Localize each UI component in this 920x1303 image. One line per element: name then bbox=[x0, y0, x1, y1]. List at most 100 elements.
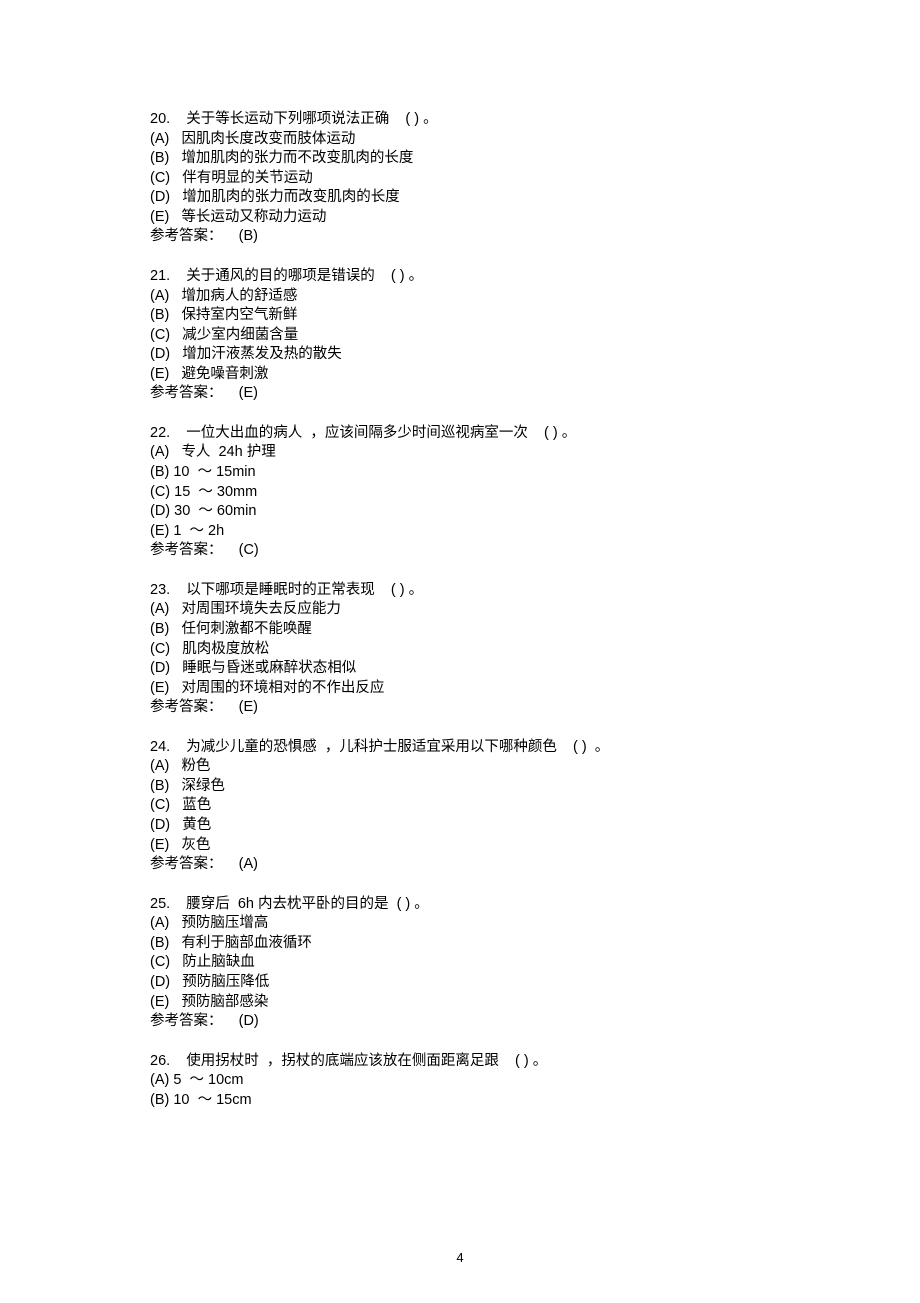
stem-part: 关于通风的目的哪项是错误的 bbox=[186, 268, 375, 284]
option-label: (C) bbox=[150, 954, 170, 970]
option-label: (B) bbox=[150, 150, 169, 166]
question-number: 23. bbox=[150, 582, 170, 598]
answer-line: 参考答案： (E) bbox=[150, 698, 920, 718]
stem-part: ，儿科护士服适宜采用以下哪种颜色 bbox=[325, 739, 557, 755]
page-number: 4 bbox=[0, 1249, 920, 1267]
option-line: (B) 10 ～ 15cm bbox=[150, 1091, 920, 1111]
question-stem: 22. 一位大出血的病人 ，应该间隔多少时间巡视病室一次 ( ) 。 bbox=[150, 424, 920, 444]
answer-label: 参考答案： bbox=[150, 1013, 223, 1029]
question-number: 20. bbox=[150, 111, 170, 127]
answer-value: (B) bbox=[239, 228, 258, 244]
option-line: (E) 灰色 bbox=[150, 836, 920, 856]
answer-value: (D) bbox=[239, 1013, 259, 1029]
question-number: 21. bbox=[150, 268, 170, 284]
stem-part: 使用拐杖时 bbox=[186, 1053, 259, 1069]
answer-label: 参考答案： bbox=[150, 699, 223, 715]
option-text: 专人 24h 护理 bbox=[181, 444, 275, 460]
option-label: (A) bbox=[150, 915, 169, 931]
question-number: 24. bbox=[150, 739, 170, 755]
option-label: (B) bbox=[150, 778, 169, 794]
option-label: (D) 30 bbox=[150, 503, 190, 519]
option-label: (D) bbox=[150, 660, 170, 676]
option-label: (D) bbox=[150, 346, 170, 362]
stem-part: 。 bbox=[595, 739, 610, 755]
option-line: (C) 防止脑缺血 bbox=[150, 953, 920, 973]
option-label: (A) bbox=[150, 131, 169, 147]
option-text: 伴有明显的关节运动 bbox=[182, 170, 313, 186]
question-stem: 24. 为减少儿童的恐惧感 ，儿科护士服适宜采用以下哪种颜色 ( ) 。 bbox=[150, 738, 920, 758]
option-text: 保持室内空气新鲜 bbox=[181, 307, 297, 323]
question-25: 25. 腰穿后 6h 内去枕平卧的目的是 ( ) 。 (A) 预防脑压增高 (B… bbox=[150, 895, 920, 1032]
option-label: (D) bbox=[150, 189, 170, 205]
question-number: 25. bbox=[150, 896, 170, 912]
option-text: 深绿色 bbox=[181, 778, 225, 794]
answer-label: 参考答案： bbox=[150, 542, 223, 558]
answer-value: (A) bbox=[239, 856, 258, 872]
answer-value: (E) bbox=[239, 385, 258, 401]
option-line: (B) 10 ～ 15min bbox=[150, 463, 920, 483]
option-line: (E) 避免噪音刺激 bbox=[150, 365, 920, 385]
option-text: 增加肌肉的张力而不改变肌肉的长度 bbox=[181, 150, 413, 166]
option-label: (E) bbox=[150, 209, 169, 225]
option-line: (A) 对周围环境失去反应能力 bbox=[150, 600, 920, 620]
document-page: 20. 关于等长运动下列哪项说法正确 ( ) 。 (A) 因肌肉长度改变而肢体运… bbox=[0, 0, 920, 1303]
option-line: (C) 15 ～ 30mm bbox=[150, 483, 920, 503]
option-text: 有利于脑部血液循环 bbox=[181, 935, 312, 951]
stem-blank: ( ) bbox=[573, 739, 587, 755]
answer-label: 参考答案： bbox=[150, 385, 223, 401]
option-line: (C) 肌肉极度放松 bbox=[150, 640, 920, 660]
option-label: (C) bbox=[150, 641, 170, 657]
question-stem: 26. 使用拐杖时 ，拐杖的底端应该放在侧面距离足跟 ( ) 。 bbox=[150, 1052, 920, 1072]
option-text: 预防脑压降低 bbox=[182, 974, 269, 990]
question-number: 26. bbox=[150, 1053, 170, 1069]
option-line: (B) 增加肌肉的张力而不改变肌肉的长度 bbox=[150, 149, 920, 169]
question-22: 22. 一位大出血的病人 ，应该间隔多少时间巡视病室一次 ( ) 。 (A) 专… bbox=[150, 424, 920, 561]
option-label: (C) bbox=[150, 170, 170, 186]
stem-part: 。 bbox=[409, 582, 424, 598]
question-number: 22. bbox=[150, 425, 170, 441]
option-text: 灰色 bbox=[181, 837, 210, 853]
answer-label: 参考答案： bbox=[150, 856, 223, 872]
option-label: (E) bbox=[150, 680, 169, 696]
option-line: (B) 任何刺激都不能唤醒 bbox=[150, 620, 920, 640]
option-label: (B) 10 bbox=[150, 1092, 190, 1108]
option-text: 蓝色 bbox=[182, 797, 211, 813]
answer-value: (E) bbox=[239, 699, 258, 715]
answer-line: 参考答案： (D) bbox=[150, 1012, 920, 1032]
option-label: (E) 1 bbox=[150, 523, 181, 539]
answer-line: 参考答案： (C) bbox=[150, 541, 920, 561]
question-stem: 21. 关于通风的目的哪项是错误的 ( ) 。 bbox=[150, 267, 920, 287]
stem-blank: ( ) bbox=[515, 1053, 529, 1069]
stem-part: 以下哪项是睡眠时的正常表现 bbox=[186, 582, 375, 598]
option-line: (B) 保持室内空气新鲜 bbox=[150, 306, 920, 326]
stem-blank: ( ) bbox=[544, 425, 558, 441]
stem-blank: ( ) bbox=[391, 268, 405, 284]
option-line: (D) 30 ～ 60min bbox=[150, 502, 920, 522]
option-label: (A) 5 bbox=[150, 1072, 181, 1088]
option-line: (D) 预防脑压降低 bbox=[150, 973, 920, 993]
answer-label: 参考答案： bbox=[150, 228, 223, 244]
option-line: (D) 增加肌肉的张力而改变肌肉的长度 bbox=[150, 188, 920, 208]
question-23: 23. 以下哪项是睡眠时的正常表现 ( ) 。 (A) 对周围环境失去反应能力 … bbox=[150, 581, 920, 718]
option-label: (D) bbox=[150, 817, 170, 833]
option-label: (C) bbox=[150, 327, 170, 343]
option-label: (E) bbox=[150, 994, 169, 1010]
stem-blank: ( ) bbox=[391, 582, 405, 598]
stem-part: 。 bbox=[423, 111, 438, 127]
stem-part: 一位大出血的病人 bbox=[186, 425, 302, 441]
option-line: (D) 睡眠与昏迷或麻醉状态相似 bbox=[150, 659, 920, 679]
stem-part: ，拐杖的底端应该放在侧面距离足跟 bbox=[267, 1053, 499, 1069]
option-text: ～ 15cm bbox=[198, 1092, 252, 1108]
option-text: ～ 15min bbox=[198, 464, 256, 480]
option-text: 对周围环境失去反应能力 bbox=[181, 601, 341, 617]
stem-part: 。 bbox=[562, 425, 577, 441]
option-text: 增加汗液蒸发及热的散失 bbox=[182, 346, 342, 362]
option-line: (C) 伴有明显的关节运动 bbox=[150, 169, 920, 189]
option-line: (C) 蓝色 bbox=[150, 796, 920, 816]
option-line: (A) 预防脑压增高 bbox=[150, 914, 920, 934]
option-line: (C) 减少室内细菌含量 bbox=[150, 326, 920, 346]
option-text: 任何刺激都不能唤醒 bbox=[181, 621, 312, 637]
option-line: (A) 因肌肉长度改变而肢体运动 bbox=[150, 130, 920, 150]
option-text: 睡眠与昏迷或麻醉状态相似 bbox=[182, 660, 356, 676]
option-text: ～ 60min bbox=[198, 503, 256, 519]
